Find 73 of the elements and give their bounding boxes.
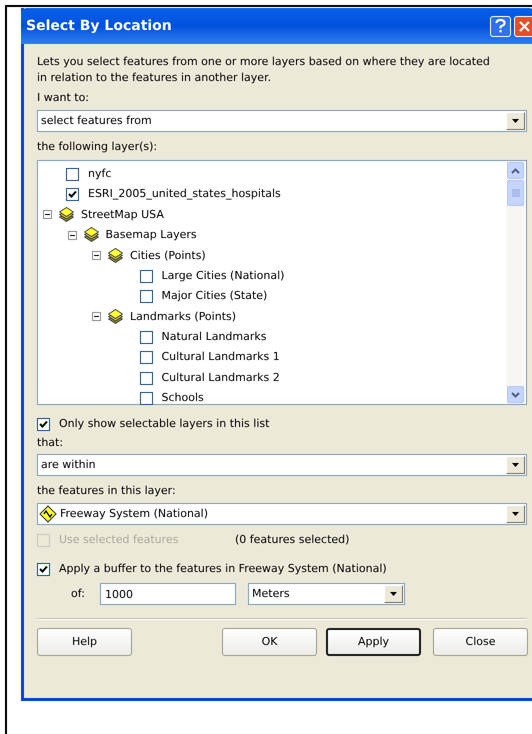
dropdown-arrow-button[interactable] [506, 456, 525, 474]
chevron-up-icon [511, 168, 520, 174]
dropdown-arrow-button[interactable] [506, 505, 525, 523]
tree-item-label: Major Cities (State) [162, 288, 268, 304]
tree-item-label: ESRI_2005_united_states_hospitals [88, 186, 281, 202]
checkbox-label: Use selected features [59, 532, 180, 548]
checkbox[interactable] [140, 392, 152, 405]
checkbox[interactable] [140, 372, 152, 385]
field-label: of: [71, 586, 86, 602]
expander-icon[interactable] [92, 251, 101, 260]
tree-item-label: Cultural Landmarks 1 [162, 349, 280, 366]
close-icon [519, 20, 530, 32]
field-label: the following layer(s): [37, 139, 158, 155]
tree-item-label: nyfc [88, 166, 112, 182]
field-label: that: [37, 435, 64, 451]
field-label: the features in this layer: [37, 483, 177, 499]
window-title: Select By Location [26, 16, 173, 36]
dropdown[interactable]: Meters [248, 583, 405, 605]
caret-down-icon [512, 512, 519, 516]
description-text: Lets you select features from one or more layers based on where they are located in relation to the features in another layer. [37, 54, 491, 86]
checkbox-label: Apply a buffer to the features in Freeway System (National) [59, 560, 387, 577]
checkbox[interactable] [66, 188, 79, 202]
dialog-button[interactable]: Help [37, 628, 132, 656]
tree-item-label: Cultural Landmarks 2 [162, 370, 280, 386]
dropdown-value: are within [40, 456, 97, 473]
tree-item-label: Landmarks (Points) [130, 308, 236, 325]
distance-input[interactable]: 1000 [100, 583, 236, 605]
dropdown-value: Freeway System (National) [59, 506, 210, 522]
selection-count: (0 features selected) [235, 532, 350, 548]
dialog-button[interactable]: OK [222, 628, 317, 656]
checkbox[interactable] [140, 351, 152, 364]
dropdown-arrow-button[interactable] [506, 112, 525, 130]
checkbox[interactable] [140, 290, 152, 304]
scrollbar-thumb[interactable] [507, 180, 524, 206]
layers-icon [108, 248, 123, 264]
checkbox[interactable] [140, 330, 152, 344]
caret-down-icon [390, 592, 397, 596]
scroll-down-button[interactable] [507, 386, 524, 403]
tree-item-label: Large Cities (National) [162, 268, 284, 284]
field-label: I want to: [37, 90, 90, 106]
dropdown-arrow-button[interactable] [384, 585, 403, 603]
tree-item-label: StreetMap USA [81, 206, 164, 223]
checkbox-label: Only show selectable layers in this list [59, 416, 270, 432]
dropdown-value: Meters [251, 586, 291, 602]
dropdown[interactable]: Freeway System (National) [37, 503, 527, 525]
checkbox[interactable] [140, 270, 152, 283]
layers-icon [84, 227, 98, 244]
expander-icon[interactable] [92, 312, 101, 322]
scroll-up-button[interactable] [507, 162, 524, 179]
expander-icon[interactable] [43, 210, 52, 220]
help-button[interactable] [490, 16, 511, 36]
dropdown-value: select features from [40, 112, 153, 129]
tree-item-label: Basemap Layers [106, 227, 197, 244]
layers-icon [108, 308, 123, 325]
chevron-down-icon [511, 392, 520, 398]
freeway-layer-icon [39, 505, 57, 523]
checkbox[interactable] [37, 562, 50, 576]
expander-icon[interactable] [68, 230, 76, 240]
dropdown[interactable]: select features from [37, 110, 527, 132]
dropdown[interactable]: are within [37, 454, 527, 476]
help-icon [495, 19, 506, 33]
caret-down-icon [512, 119, 519, 123]
tree-item-label: Cities (Points) [130, 248, 206, 264]
grip-icon [512, 189, 520, 197]
tree-item-label: Natural Landmarks [162, 329, 266, 346]
checkbox[interactable] [37, 418, 50, 430]
dialog-button[interactable]: Apply [326, 628, 421, 656]
dialog-button[interactable]: Close [433, 628, 528, 656]
checkbox[interactable] [66, 168, 79, 181]
layers-icon [59, 206, 74, 223]
caret-down-icon [512, 463, 519, 467]
tree-item-label: Schools [162, 390, 204, 406]
close-button[interactable] [514, 16, 532, 36]
